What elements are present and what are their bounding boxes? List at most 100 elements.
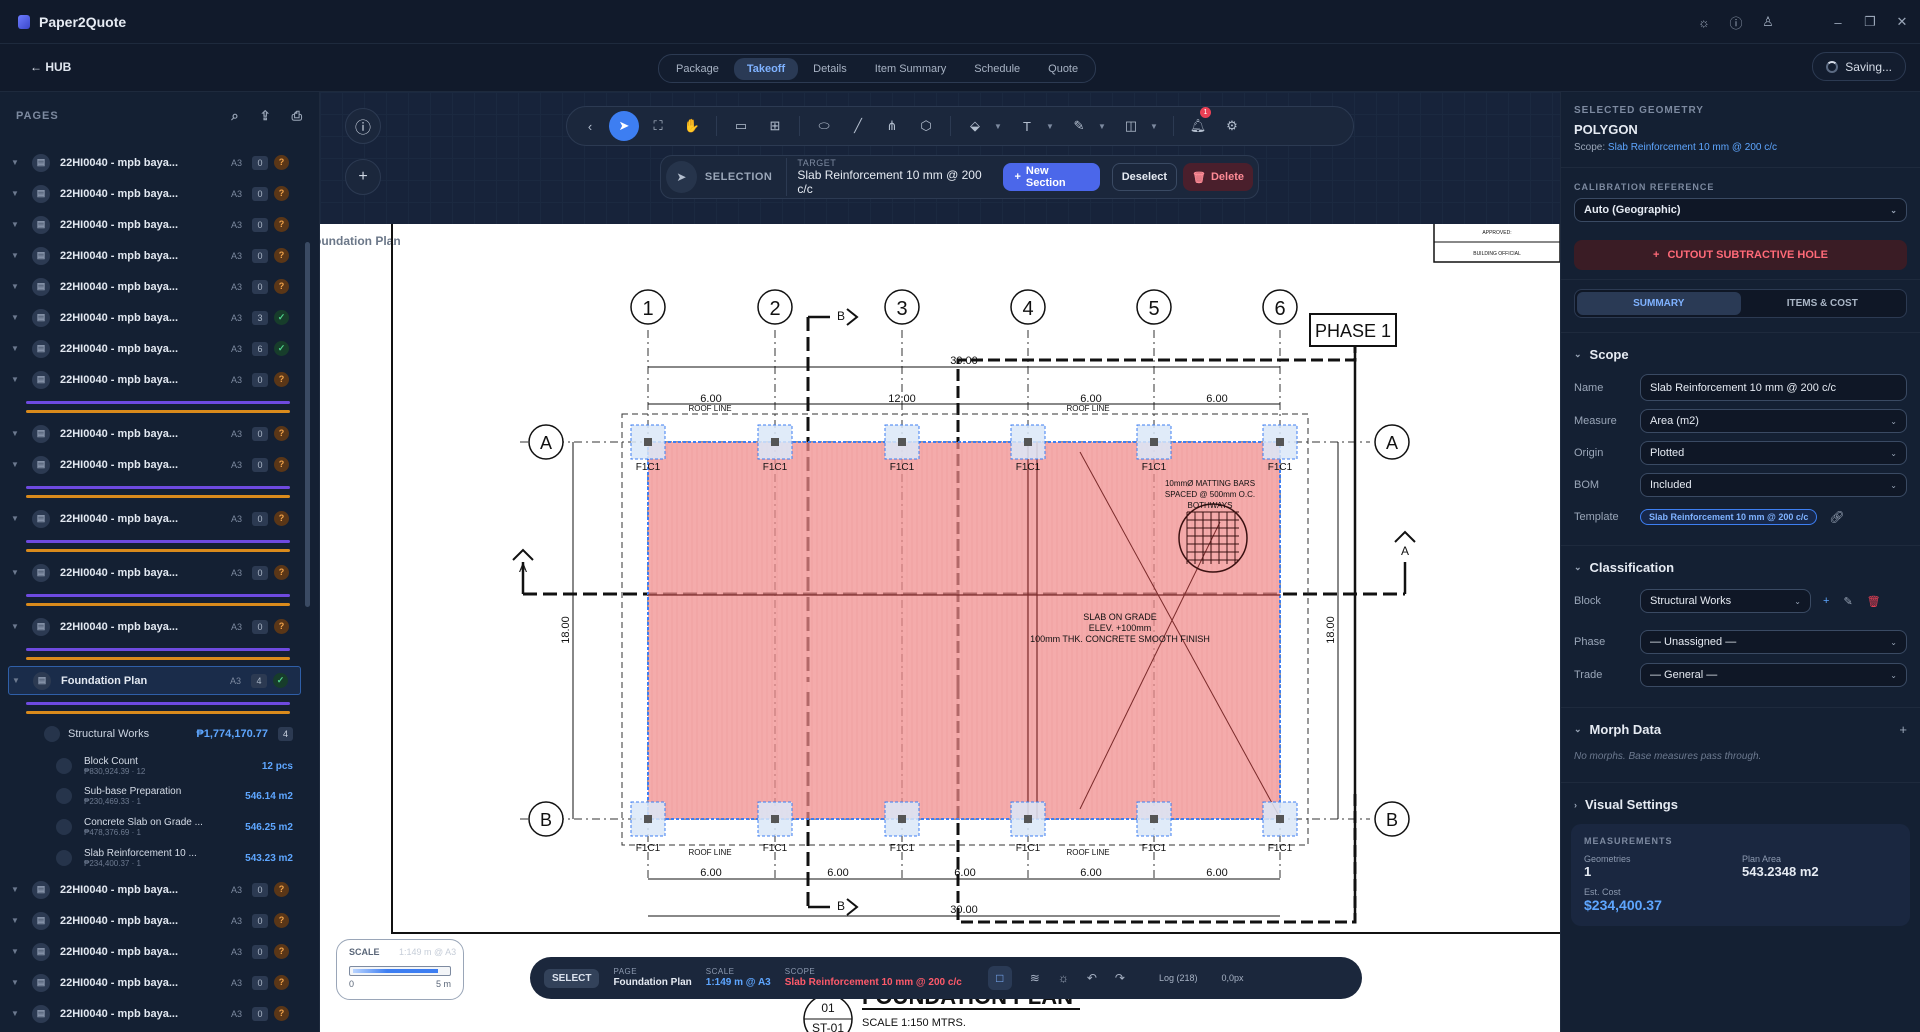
chevron-down-icon[interactable]: ▼ — [8, 158, 22, 167]
chevron-down-icon[interactable]: ▼ — [9, 676, 23, 685]
page-row[interactable]: ▼ ▤ 22HI0040 - mpb baya... A3 0? — [8, 875, 301, 904]
add-morph-icon[interactable]: + — [1899, 722, 1907, 737]
chevron-down-icon[interactable]: ▼ — [8, 514, 22, 523]
scope-section-header[interactable]: ⌄ Scope — [1574, 347, 1907, 362]
bom-select[interactable]: Included ⌄ — [1640, 473, 1907, 497]
measure-select[interactable]: Area (m2) ⌄ — [1640, 409, 1907, 433]
origin-select[interactable]: Plotted ⌄ — [1640, 441, 1907, 465]
tab-summary[interactable]: SUMMARY — [1577, 292, 1741, 315]
scale-widget[interactable]: SCALE 1:149 m @ A3 05 m — [336, 939, 464, 1000]
chevron-down-icon[interactable]: ▼ — [8, 568, 22, 577]
chevron-down-icon[interactable]: ▼ — [1046, 122, 1060, 131]
collapse-toolbar-icon[interactable]: ‹ — [575, 111, 605, 141]
info-button[interactable]: ⓘ — [345, 108, 381, 144]
page-row[interactable]: ▼ ▤ 22HI0040 - mpb baya... A3 0? — [8, 937, 301, 966]
chevron-down-icon[interactable]: ▼ — [8, 460, 22, 469]
morph-section-header[interactable]: ⌄ Morph Data + — [1574, 722, 1907, 737]
link-icon[interactable]: 🔗︎ — [1829, 510, 1844, 524]
page-row[interactable]: ▼ ▤ 22HI0040 - mpb baya... A3 0? — [8, 210, 301, 239]
visual-settings-header[interactable]: › Visual Settings — [1574, 797, 1907, 812]
phase-select[interactable]: — Unassigned — ⌄ — [1640, 630, 1907, 654]
group-structural-works[interactable]: Structural Works ₱1,774,170.77 4 — [28, 721, 293, 747]
chevron-down-icon[interactable]: ▼ — [8, 344, 22, 353]
help-icon[interactable]: ⓘ — [1728, 13, 1744, 32]
log-button[interactable]: Log (218) — [1159, 973, 1198, 983]
tab-item-summary[interactable]: Item Summary — [862, 58, 960, 80]
page-row[interactable]: ▼ ▤ 22HI0040 - mpb baya... A3 0? — [8, 999, 301, 1028]
page-row[interactable]: ▼ ▤ 22HI0040 - mpb baya... A3 0? — [8, 504, 301, 533]
page-row[interactable]: ▼ ▤ 22HI0040 - mpb baya... A3 0? — [8, 179, 301, 208]
block-select[interactable]: Structural Works ⌄ — [1640, 589, 1811, 613]
ruler-icon[interactable]: ▭ — [726, 111, 756, 141]
chevron-down-icon[interactable]: ▼ — [8, 1009, 22, 1018]
page-row[interactable]: ▼ ▤ 22HI0040 - mpb baya... A3 0? — [8, 365, 301, 394]
chevron-down-icon[interactable]: ▼ — [8, 947, 22, 956]
page-row[interactable]: ▼ ▤ 22HI0040 - mpb baya... A3 3 ✓ — [8, 303, 301, 332]
scope-link[interactable]: Slab Reinforcement 10 mm @ 200 c/c — [1608, 142, 1777, 153]
theme-toggle-icon[interactable]: ☼ — [1696, 15, 1712, 30]
layers-icon[interactable]: ≋ — [1030, 971, 1040, 985]
brightness-icon[interactable]: ☼ — [1058, 971, 1069, 985]
square-view-icon[interactable]: □ — [987, 966, 1012, 990]
chevron-down-icon[interactable]: ▼ — [994, 122, 1008, 131]
notifications-icon[interactable]: 🔔︎ 1 — [1183, 107, 1213, 141]
page-row[interactable]: ▼ ▤ 22HI0040 - mpb baya... A3 0? — [8, 612, 301, 641]
pan-hand-icon[interactable]: ✋ — [677, 111, 707, 141]
tab-takeoff[interactable]: Takeoff — [733, 57, 799, 80]
tab-items-cost[interactable]: ITEMS & COST — [1741, 292, 1905, 315]
stamp-tool-icon[interactable]: ⬙ — [960, 111, 990, 141]
calibration-select[interactable]: Auto (Geographic) ⌄ — [1574, 198, 1907, 222]
user-icon[interactable]: ♙ — [1760, 14, 1776, 30]
edit-block-icon[interactable]: ✎ — [1843, 595, 1852, 608]
template-chip[interactable]: Slab Reinforcement 10 mm @ 200 c/c — [1640, 509, 1818, 525]
tab-quote[interactable]: Quote — [1035, 58, 1091, 80]
scope-item[interactable]: Block Count ₱830,924.39 · 12 12 pcs — [56, 751, 293, 781]
page-row[interactable]: ▼ ▤ 22HI0040 - mpb baya... A3 0? — [8, 241, 301, 270]
pen-tool-icon[interactable]: ✎ — [1064, 111, 1094, 141]
scope-item[interactable]: Concrete Slab on Grade ... ₱478,376.69 · … — [56, 812, 293, 842]
chevron-down-icon[interactable]: ▼ — [8, 885, 22, 894]
chevron-down-icon[interactable]: ▼ — [1098, 122, 1112, 131]
tab-schedule[interactable]: Schedule — [961, 58, 1033, 80]
page-row[interactable]: ▼ ▤ 22HI0040 - mpb baya... A3 0? — [8, 968, 301, 997]
node-tool-icon[interactable]: ⋔ — [877, 111, 907, 141]
select-tool-icon[interactable]: ➤ — [609, 111, 639, 141]
delete-block-icon[interactable]: 🗑︎ — [1867, 595, 1881, 608]
tab-details[interactable]: Details — [800, 58, 860, 80]
page-row[interactable]: ▼ ▤ 22HI0040 - mpb baya... A3 0? — [8, 148, 301, 177]
page-row[interactable]: ▼ ▤ 22HI0040 - mpb baya... A3 6 ✓ — [8, 334, 301, 363]
chevron-down-icon[interactable]: ▼ — [8, 251, 22, 260]
classification-section-header[interactable]: ⌄ Classification — [1574, 560, 1907, 575]
minimize-icon[interactable]: – — [1830, 15, 1846, 30]
text-tool-icon[interactable]: T — [1012, 111, 1042, 141]
restore-icon[interactable]: ❐ — [1862, 14, 1878, 30]
chevron-down-icon[interactable]: ▼ — [8, 313, 22, 322]
settings-gear-icon[interactable]: ⚙ — [1217, 111, 1247, 141]
takeoff-canvas[interactable]: oundation Plan REPUBLIC OF THE PHILIPPIN… — [320, 92, 1560, 1032]
cube-tool-icon[interactable]: ⬡ — [911, 111, 941, 141]
chevron-down-icon[interactable]: ▼ — [8, 429, 22, 438]
foundation-plan-drawing[interactable]: REPUBLIC OF THE PHILIPPINESDEPARTMENT OF… — [320, 224, 1560, 1032]
scope-item[interactable]: Slab Reinforcement 10 ... ₱234,400.37 · 1… — [56, 843, 293, 873]
chevron-down-icon[interactable]: ▼ — [8, 189, 22, 198]
print-icon[interactable]: ⎙ — [292, 108, 303, 124]
add-button[interactable]: + — [345, 159, 381, 195]
redo-icon[interactable]: ↷ — [1115, 971, 1125, 985]
tab-package[interactable]: Package — [663, 58, 732, 80]
scope-item[interactable]: Sub-base Preparation ₱230,469.33 · 1 546.1… — [56, 781, 293, 811]
page-row[interactable]: ▼ ▤ 22HI0040 - mpb baya... A3 0? — [8, 906, 301, 935]
page-row[interactable]: ▼ ▤ 22HI0040 - mpb baya... A3 0? — [8, 450, 301, 479]
name-input[interactable]: Slab Reinforcement 10 mm @ 200 c/c — [1640, 374, 1907, 401]
close-icon[interactable]: ✕ — [1894, 14, 1910, 30]
hub-link[interactable]: ← HUB — [30, 60, 71, 74]
grid-count-icon[interactable]: ⊞ — [760, 111, 790, 141]
page-row[interactable]: ▼ ▤ 22HI0040 - mpb baya... A3 0? — [8, 272, 301, 301]
page-row[interactable]: ▼ ▤ 22HI0040 - mpb baya... A3 0? — [8, 558, 301, 587]
drawing-sheet[interactable]: oundation Plan REPUBLIC OF THE PHILIPPIN… — [320, 224, 1560, 1032]
delete-button[interactable]: 🗑︎ Delete — [1183, 163, 1253, 191]
shapes-tool-icon[interactable]: ◫ — [1116, 111, 1146, 141]
undo-icon[interactable]: ↶ — [1087, 971, 1097, 985]
line-tool-icon[interactable]: ╱ — [843, 111, 873, 141]
chevron-down-icon[interactable]: ▼ — [8, 375, 22, 384]
deselect-button[interactable]: Deselect — [1111, 163, 1177, 191]
